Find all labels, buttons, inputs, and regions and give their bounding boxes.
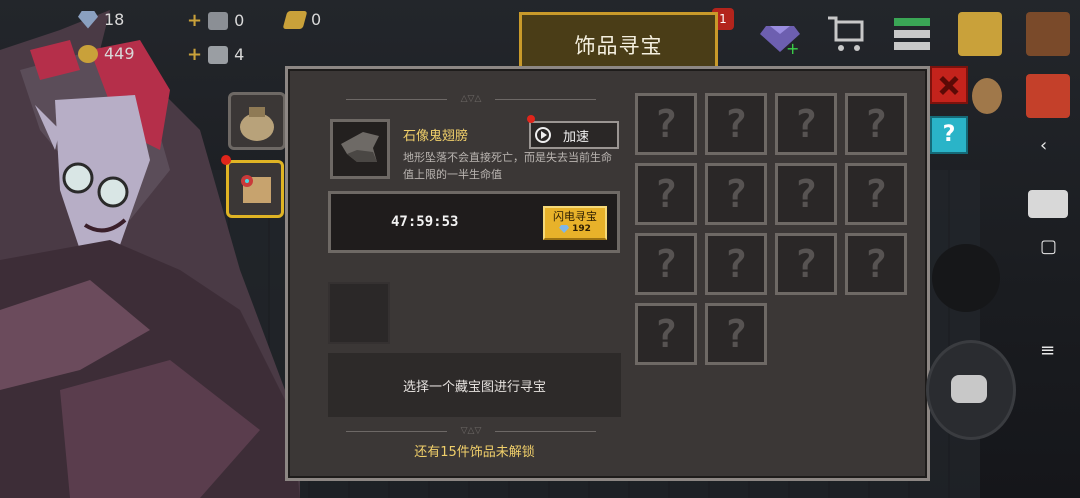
hunt-timer-box: 47:59:53 闪电寻宝 192 — [328, 191, 620, 253]
page-title: 饰品寻宝 — [574, 33, 663, 58]
new-item-dot — [221, 155, 231, 165]
locked-count-text: 还有15件饰品未解锁 — [414, 445, 535, 460]
accessory-name: 石像鬼翅膀 — [403, 129, 469, 144]
plus-a-count: 0 — [234, 11, 245, 30]
accessory-icon-box — [330, 119, 390, 179]
question-mark-icon: ? — [864, 242, 888, 286]
gem-icon — [78, 10, 98, 29]
flash-hunt-button[interactable]: 闪电寻宝 192 — [543, 206, 607, 240]
flash-hunt-label: 闪电寻宝 — [553, 210, 597, 223]
question-mark-icon: ? — [794, 102, 818, 146]
top-divider: △▽△ — [346, 93, 596, 105]
accessory-description: 地形坠落不会直接死亡，而是失去当前生命值上限的一半生命值 — [403, 151, 612, 181]
play-icon — [535, 127, 551, 143]
locked-accessory-slot[interactable]: ? — [775, 233, 837, 295]
flash-hunt-cost-value: 192 — [572, 224, 591, 234]
speed-up-label: 加速 — [563, 129, 590, 145]
treasure-hunt-panel: △▽△ 石像鬼翅膀 地形坠落不会直接死亡，而是失去当前生命值上限的一半生命值 加… — [285, 66, 930, 481]
coin-counter: 449 — [78, 44, 135, 63]
plus-a-counter: + 0 — [187, 10, 244, 31]
gargoyle-wing-icon — [341, 132, 379, 162]
question-mark-icon: ? — [654, 312, 678, 356]
back-nav-icon[interactable]: ‹ — [1040, 135, 1047, 156]
coin-icon — [78, 44, 98, 63]
map-slot[interactable] — [328, 282, 390, 344]
pet-icon[interactable] — [972, 78, 1002, 114]
question-mark-icon: ? — [654, 242, 678, 286]
shop-cart-icon[interactable] — [826, 12, 870, 56]
question-mark-icon: ? — [794, 172, 818, 216]
question-mark-icon: ? — [724, 242, 748, 286]
material-icon — [208, 45, 229, 64]
plus-icon: + — [187, 44, 203, 65]
coin-stack-icon[interactable] — [890, 12, 934, 56]
menu-nav-icon[interactable]: ≡ — [1040, 340, 1055, 361]
locked-accessory-slot[interactable]: ? — [845, 93, 907, 155]
locked-accessory-slot[interactable]: ? — [705, 93, 767, 155]
close-icon[interactable] — [930, 66, 968, 104]
material-counter: 0 — [282, 10, 322, 29]
speed-up-dot — [527, 115, 535, 123]
locked-accessory-slot[interactable]: ? — [705, 233, 767, 295]
question-mark-icon: ? — [654, 172, 678, 216]
locked-accessory-slot[interactable]: ? — [845, 233, 907, 295]
scroll-icon — [282, 10, 308, 29]
attack-joystick[interactable] — [926, 340, 1016, 440]
gem-icon — [559, 225, 570, 233]
question-mark-icon: ? — [864, 102, 888, 146]
gem-counter: 18 — [78, 10, 124, 29]
question-mark-icon: ? — [724, 172, 748, 216]
question-mark-icon: ? — [794, 242, 818, 286]
selected-treasure-slot[interactable] — [226, 160, 284, 218]
locked-accessory-slot[interactable]: ? — [705, 163, 767, 225]
locked-accessory-slot[interactable]: ? — [845, 163, 907, 225]
select-map-prompt: 选择一个藏宝图进行寻宝 — [402, 379, 546, 395]
locked-accessory-slot[interactable]: ? — [775, 163, 837, 225]
plus-b-count: 4 — [234, 45, 245, 64]
help-icon[interactable]: ? — [930, 116, 968, 154]
accessory-grid: ?????????????? — [635, 93, 907, 365]
plus-b-counter: + 4 — [187, 44, 244, 65]
question-mark-icon: ? — [654, 102, 678, 146]
locked-accessory-slot[interactable]: ? — [775, 93, 837, 155]
chat-icon[interactable] — [1028, 190, 1068, 218]
home-nav-icon[interactable]: ▢ — [1040, 236, 1057, 257]
hunt-timer: 47:59:53 — [391, 214, 459, 230]
question-mark-icon: ? — [724, 312, 748, 356]
material-count: 0 — [311, 10, 322, 29]
plus-icon: + — [187, 10, 203, 31]
question-mark-icon: ? — [864, 172, 888, 216]
select-map-box[interactable]: 选择一个藏宝图进行寻宝 — [328, 353, 621, 417]
gem-count: 18 — [104, 10, 125, 29]
chat-bubble-icon — [951, 375, 987, 403]
flash-hunt-cost: 192 — [545, 224, 605, 234]
skill-button[interactable] — [932, 244, 1000, 312]
vampire-character-portrait — [0, 10, 300, 498]
locked-accessory-slot[interactable]: ? — [705, 303, 767, 365]
seed-pouch-icon — [208, 11, 229, 30]
locked-accessory-slot[interactable]: ? — [635, 93, 697, 155]
speed-up-button[interactable]: 加速 — [529, 121, 619, 149]
gem-shop-icon[interactable]: + — [758, 12, 802, 58]
locked-accessory-slot[interactable]: ? — [635, 233, 697, 295]
locked-accessory-slot[interactable]: ? — [635, 163, 697, 225]
treasure-chest-icon[interactable] — [958, 12, 1002, 56]
treasure-bag-slot[interactable] — [228, 92, 286, 150]
question-mark-icon: ? — [724, 102, 748, 146]
svg-text:+: + — [786, 39, 799, 56]
bottom-divider: ▽△▽ — [346, 425, 596, 437]
title-tab: 饰品寻宝 — [519, 12, 718, 74]
locked-accessory-slot[interactable]: ? — [635, 303, 697, 365]
coin-count: 449 — [104, 44, 135, 63]
